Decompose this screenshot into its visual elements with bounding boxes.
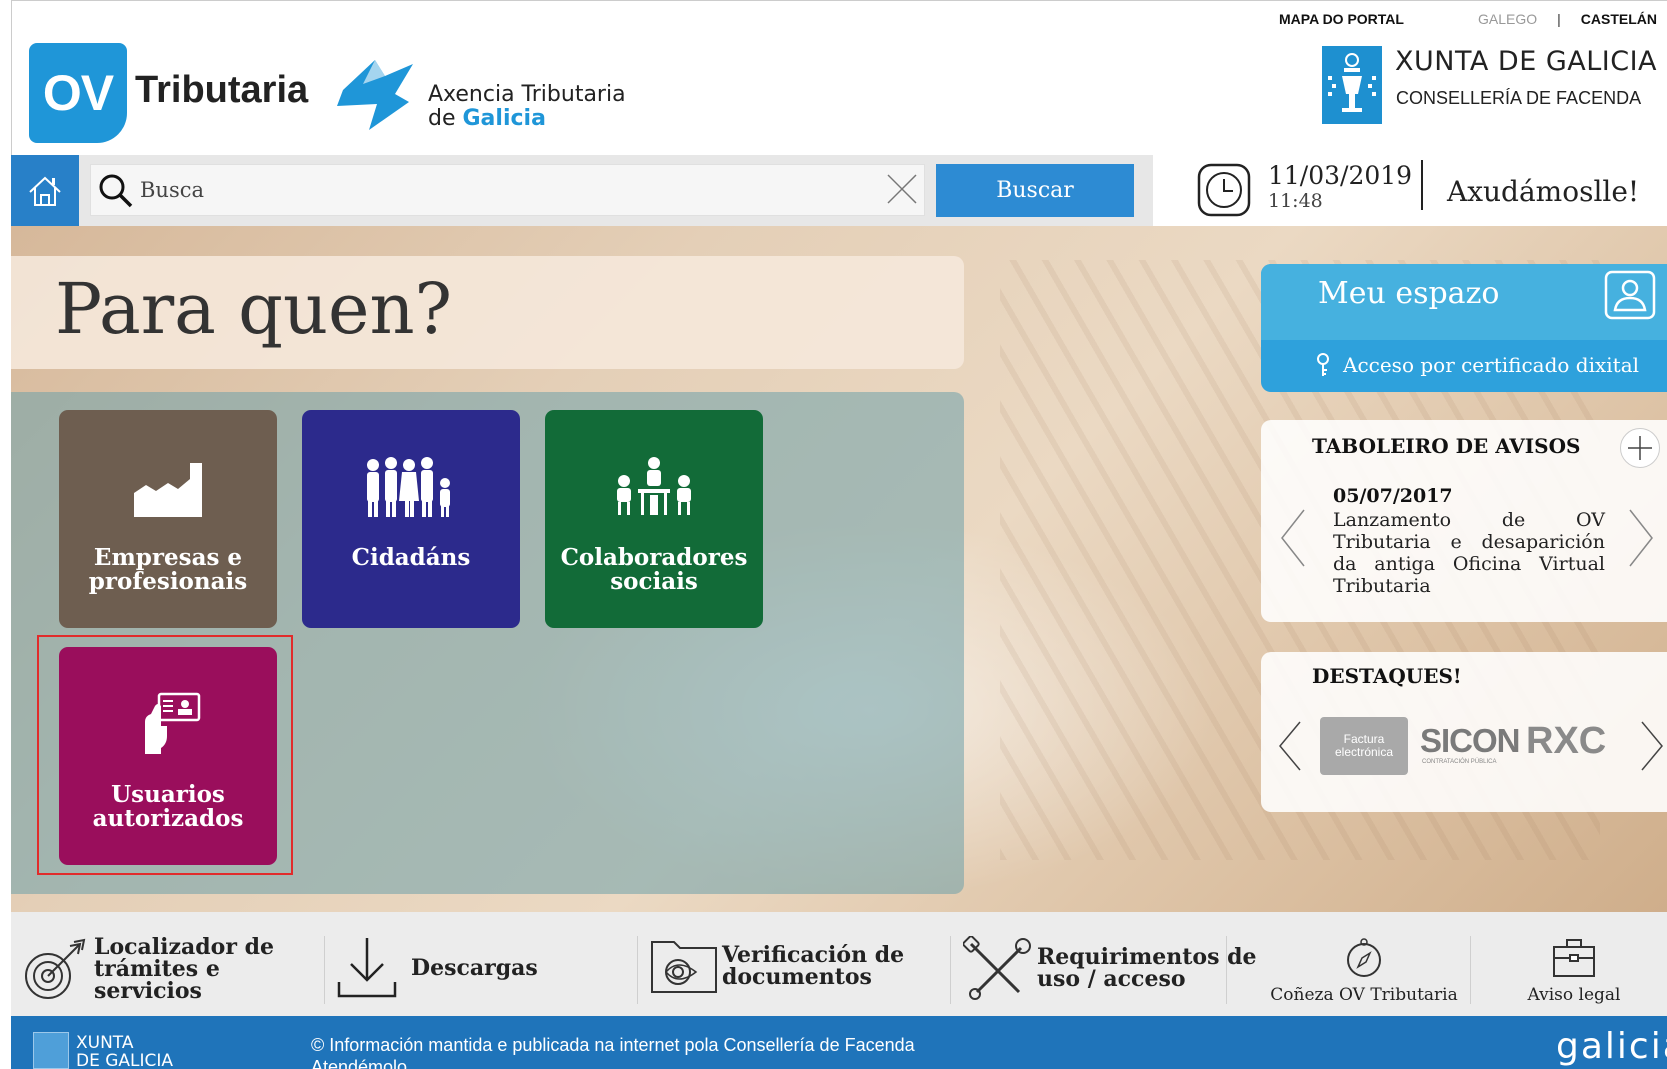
target-icon (25, 938, 86, 999)
compass-icon (1347, 938, 1381, 977)
current-date: 11/03/2019 (1268, 161, 1413, 190)
notices-title: TABOLEIRO DE AVISOS (1312, 434, 1581, 458)
verificacion-line2: documentos (722, 964, 872, 990)
requirimentos-line1: Requirimentos de (1037, 944, 1257, 970)
tile-label: profesionais (88, 568, 248, 595)
factura-electronica-logo[interactable]: Factura electrónica (1320, 717, 1408, 775)
clock-icon (1197, 163, 1251, 217)
meu-espazo-title[interactable]: Meu espazo (1318, 276, 1499, 311)
tile-label: Cidadáns (351, 544, 471, 571)
document-verify-icon (651, 941, 717, 993)
factura-line2: electrónica (1334, 745, 1394, 759)
highlight-box (37, 635, 293, 875)
divider (950, 936, 951, 1004)
descargas-label: Descargas (411, 955, 538, 981)
tools-icon (963, 936, 1031, 1000)
chevron-left-icon[interactable] (1278, 508, 1308, 568)
requirimentos-link[interactable]: Requirimentos de uso / acceso (963, 936, 1257, 1000)
footer-atendemolo-link[interactable]: Atendémolo (311, 1056, 915, 1069)
people-icon (367, 457, 450, 517)
lang-galego-link[interactable]: GALEGO (1468, 11, 1547, 27)
divider (324, 936, 325, 1004)
search-icon (99, 174, 133, 208)
home-icon (29, 176, 61, 206)
search-button[interactable]: Buscar (936, 164, 1134, 217)
xunta-footer-line2: DE GALICIA (76, 1051, 174, 1069)
galicia-logo[interactable]: galicia (1556, 1026, 1667, 1067)
current-time: 11:48 (1268, 190, 1323, 212)
localizador-line3: servicios (94, 978, 202, 1004)
tile-colaboradores[interactable]: Colaboradores sociais (545, 410, 763, 628)
date-divider (1421, 160, 1423, 210)
help-link[interactable]: Axudámoslle! (1447, 175, 1639, 208)
xunta-title[interactable]: XUNTA DE GALICIA (1395, 46, 1657, 77)
notice-date: 05/07/2017 (1333, 485, 1453, 507)
tile-label: sociais (610, 568, 698, 595)
xunta-emblem-icon (1322, 46, 1382, 124)
xunta-footer-line1: XUNTA (76, 1033, 134, 1053)
divider (1470, 936, 1471, 1004)
lang-separator: | (1557, 11, 1561, 27)
verificacion-link[interactable]: Verificación de documentos (648, 936, 904, 996)
chevron-right-icon[interactable] (1638, 720, 1666, 772)
factory-icon (134, 463, 202, 517)
user-profile-icon[interactable] (1601, 270, 1659, 322)
agency-highlight: Galicia (462, 106, 546, 131)
certificate-access-label: Acceso por certificado dixital (1343, 353, 1640, 377)
ov-logo-badge[interactable]: OV (29, 43, 127, 143)
highlights-title: DESTAQUES! (1312, 664, 1462, 688)
chevron-left-icon[interactable] (1276, 720, 1304, 772)
atg-logo-icon (337, 60, 413, 130)
search-input[interactable] (140, 172, 820, 208)
localizador-link[interactable]: Localizador de trámites e servicios (22, 936, 274, 1002)
certificate-access-link[interactable]: Acceso por certificado dixital (1313, 352, 1639, 378)
aviso-legal-label: Aviso legal (1527, 985, 1621, 1005)
verificacion-line1: Verificación de (722, 942, 905, 968)
top-nav: MAPA DO PORTAL GALEGO | CASTELÁN (1269, 8, 1667, 30)
tile-label: Colaboradores (560, 544, 748, 571)
descargas-link[interactable]: Descargas (335, 936, 538, 1000)
lang-castelan-link[interactable]: CASTELÁN (1571, 11, 1667, 27)
briefcase-icon (1553, 939, 1595, 977)
rxc-logo[interactable]: RXC (1526, 720, 1606, 763)
localizador-line2: trámites e (94, 956, 220, 982)
divider (637, 936, 638, 1004)
coneza-label: Coñeza OV Tributaria (1270, 985, 1458, 1005)
ov-logo-word[interactable]: Tributaria (135, 69, 308, 112)
sicon-subtitle: CONTRATACIÓN PÚBLICA (1422, 759, 1497, 765)
more-notices-button[interactable] (1620, 428, 1660, 468)
factura-line1: Factura (1343, 732, 1385, 746)
tile-cidadans[interactable]: Cidadáns (302, 410, 520, 628)
localizador-line1: Localizador de (94, 934, 274, 960)
clear-search-icon[interactable] (885, 172, 919, 206)
tile-label: Empresas e (93, 544, 243, 571)
xunta-subtitle[interactable]: CONSELLERÍA DE FACENDA (1396, 88, 1641, 109)
download-icon (337, 938, 397, 998)
portal-map-link[interactable]: MAPA DO PORTAL (1269, 11, 1414, 27)
coneza-link[interactable]: Coñeza OV Tributaria (1268, 938, 1460, 1006)
plus-icon (1628, 436, 1652, 460)
footer-info: © Información mantida e publicada na int… (311, 1034, 915, 1069)
chevron-right-icon[interactable] (1626, 508, 1656, 568)
agency-name-line2: de Galicia (428, 106, 546, 131)
key-icon (1317, 353, 1329, 376)
home-button[interactable] (11, 155, 79, 226)
sicon-logo[interactable]: SICON (1420, 722, 1521, 760)
notice-text[interactable]: Lanzamento de OV Tributaria e desaparici… (1333, 509, 1605, 597)
agency-prefix: de (428, 106, 456, 131)
divider (1226, 936, 1227, 1004)
xunta-footer-logo[interactable]: XUNTA DE GALICIA (76, 1034, 173, 1069)
meeting-icon (617, 457, 691, 515)
aviso-legal-link[interactable]: Aviso legal (1516, 938, 1632, 1006)
tile-empresas[interactable]: Empresas e profesionais (59, 410, 277, 628)
xunta-footer-emblem-icon (33, 1032, 69, 1069)
page-title: Para quen? (55, 268, 453, 350)
agency-name-line1: Axencia Tributaria (428, 82, 626, 107)
footer-copyright: © Información mantida e publicada na int… (311, 1035, 915, 1055)
requirimentos-line2: uso / acceso (1037, 966, 1186, 992)
